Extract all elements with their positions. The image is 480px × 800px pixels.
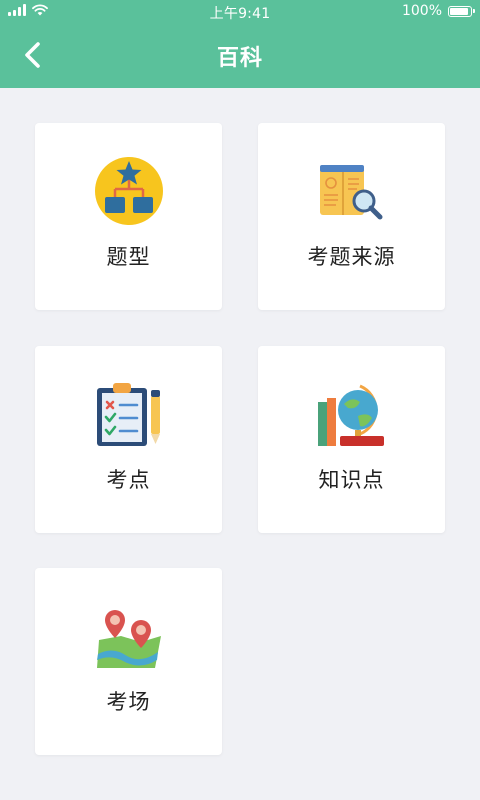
battery-percent: 100% bbox=[401, 3, 442, 19]
card-label: 知识点 bbox=[318, 468, 385, 492]
clipboard-checklist-icon bbox=[97, 383, 160, 446]
app-header: 上午9:41 100% 百科 bbox=[0, 0, 480, 88]
card-question-type[interactable]: 题型 bbox=[35, 123, 222, 310]
card-label: 考题来源 bbox=[307, 245, 396, 269]
card-exam-room[interactable]: 考场 bbox=[35, 568, 222, 755]
card-label: 考点 bbox=[106, 468, 151, 492]
hierarchy-star-icon bbox=[95, 157, 163, 225]
card-label: 题型 bbox=[106, 245, 151, 269]
page-title: 百科 bbox=[216, 46, 263, 71]
map-pins-icon bbox=[97, 610, 161, 668]
battery-icon bbox=[448, 5, 475, 17]
card-test-point[interactable]: 考点 bbox=[35, 346, 222, 533]
status-right: 100% bbox=[401, 3, 475, 19]
card-question-source[interactable]: 考题来源 bbox=[258, 123, 445, 310]
globe-books-icon bbox=[318, 384, 384, 446]
card-label: 考场 bbox=[106, 690, 151, 714]
status-bar: 上午9:41 100% bbox=[0, 0, 480, 24]
card-knowledge-point[interactable]: 知识点 bbox=[258, 346, 445, 533]
battery-fill bbox=[450, 7, 468, 15]
book-magnifier-icon bbox=[320, 165, 383, 220]
